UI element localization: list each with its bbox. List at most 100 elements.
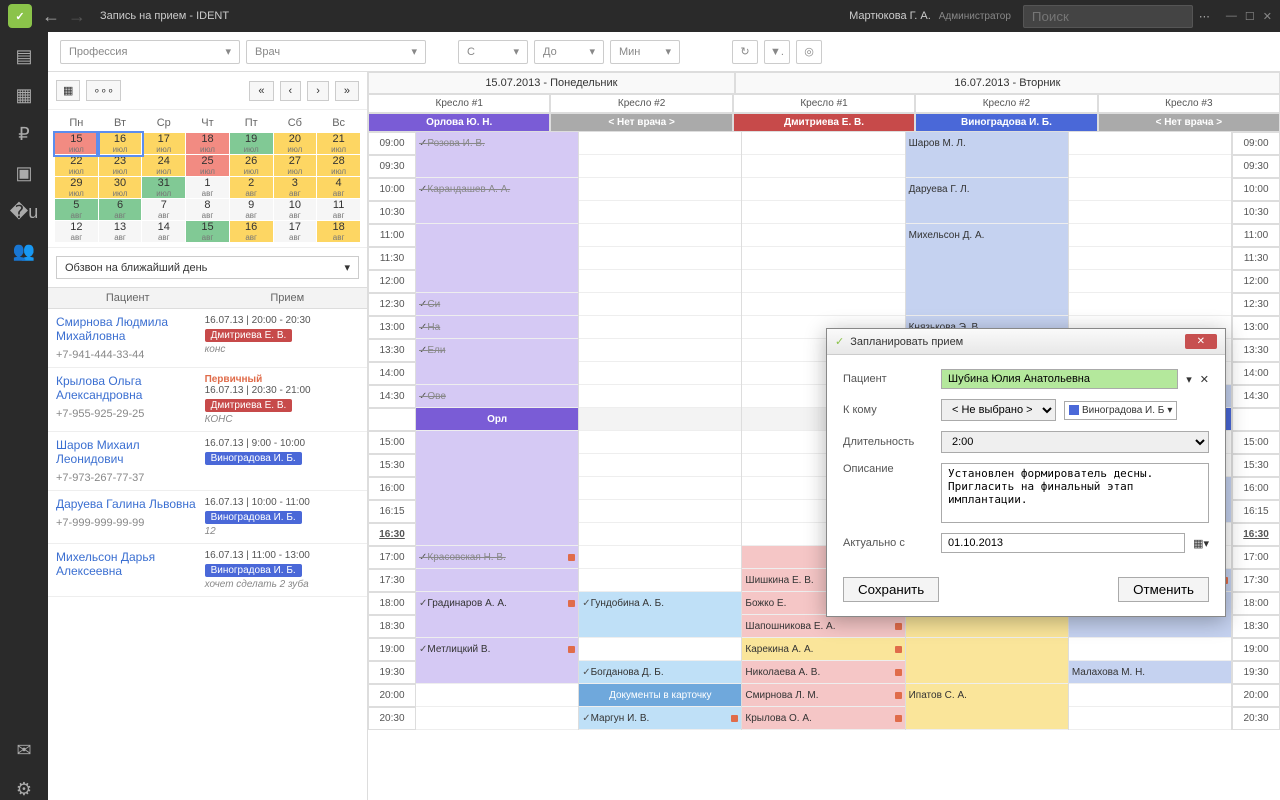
- minical-day[interactable]: 1авг: [186, 177, 230, 199]
- minical-day[interactable]: 13авг: [98, 221, 142, 243]
- minical-day[interactable]: 15авг: [186, 221, 230, 243]
- schedule-slot[interactable]: [416, 661, 578, 684]
- doctor-dropdown[interactable]: Врач▾: [246, 40, 426, 64]
- schedule-slot[interactable]: [579, 339, 741, 362]
- patient-list-item[interactable]: Даруева Галина Львовна+7-999-999-99-9916…: [48, 491, 367, 544]
- minical-day[interactable]: 15июл: [55, 133, 99, 155]
- from-dropdown[interactable]: С▾: [458, 40, 528, 64]
- cancel-button[interactable]: Отменить: [1118, 577, 1209, 602]
- schedule-slot[interactable]: Метлицкий В.: [416, 638, 578, 661]
- minical-day[interactable]: 7авг: [142, 199, 186, 221]
- minical-day[interactable]: 22июл: [55, 155, 99, 177]
- patient-list-item[interactable]: Смирнова Людмила Михайловна+7-941-444-33…: [48, 309, 367, 368]
- doctor-header[interactable]: Дмитриева Е. В.: [733, 113, 915, 132]
- schedule-slot[interactable]: [1069, 615, 1231, 638]
- schedule-slot[interactable]: Даруева Г. Л.: [906, 178, 1068, 201]
- duration-select[interactable]: 2:00: [941, 431, 1209, 453]
- schedule-slot[interactable]: [579, 293, 741, 316]
- schedule-slot[interactable]: [579, 638, 741, 661]
- close-icon[interactable]: ✕: [1263, 10, 1272, 23]
- schedule-slot[interactable]: [906, 201, 1068, 224]
- schedule-slot[interactable]: Смирнова Л. М.: [742, 684, 904, 707]
- schedule-slot[interactable]: Маргун И. В.: [579, 707, 741, 730]
- card-icon[interactable]: ▤: [15, 46, 32, 67]
- list-mode-icon[interactable]: ∘∘∘: [86, 80, 121, 101]
- mail-icon[interactable]: ✉: [16, 740, 31, 761]
- forward-icon[interactable]: →: [68, 6, 86, 27]
- schedule-slot[interactable]: [416, 477, 578, 500]
- min-dropdown[interactable]: Мин▾: [610, 40, 680, 64]
- minical-day[interactable]: 16июл: [98, 133, 142, 155]
- maximize-icon[interactable]: ☐: [1245, 10, 1255, 23]
- filter-icon[interactable]: ▼.: [764, 40, 790, 64]
- minical-day[interactable]: 23июл: [98, 155, 142, 177]
- minical-day[interactable]: 31июл: [142, 177, 186, 199]
- schedule-slot[interactable]: [1069, 201, 1231, 224]
- minical-day[interactable]: 18июл: [186, 133, 230, 155]
- minical-day[interactable]: 27июл: [273, 155, 317, 177]
- minical-day[interactable]: 19июл: [229, 133, 273, 155]
- schedule-slot[interactable]: [579, 546, 741, 569]
- schedule-slot[interactable]: [416, 362, 578, 385]
- dropdown-icon[interactable]: ▾: [1186, 373, 1192, 386]
- actual-from-input[interactable]: [941, 533, 1185, 553]
- minimize-icon[interactable]: —: [1226, 10, 1237, 23]
- schedule-slot[interactable]: Малахова М. Н.: [1069, 661, 1231, 684]
- calendar-picker-icon[interactable]: ▦▾: [1193, 537, 1209, 550]
- schedule-slot[interactable]: [906, 638, 1068, 661]
- minical-day[interactable]: 21июл: [317, 133, 361, 155]
- search-options-icon[interactable]: ⋯: [1199, 10, 1210, 23]
- schedule-slot[interactable]: [906, 661, 1068, 684]
- schedule-slot[interactable]: [416, 247, 578, 270]
- schedule-slot[interactable]: Ове: [416, 385, 578, 408]
- minical-day[interactable]: 4авг: [317, 177, 361, 199]
- chart-icon[interactable]: �u: [10, 202, 38, 223]
- back-icon[interactable]: ←: [42, 6, 60, 27]
- global-search-input[interactable]: [1023, 5, 1193, 28]
- schedule-slot[interactable]: На: [416, 316, 578, 339]
- minical-day[interactable]: 11авг: [317, 199, 361, 221]
- description-textarea[interactable]: [941, 463, 1209, 523]
- schedule-slot[interactable]: Си: [416, 293, 578, 316]
- schedule-slot[interactable]: [579, 431, 741, 454]
- refresh-icon[interactable]: ↻: [732, 40, 758, 64]
- patient-input[interactable]: [941, 369, 1178, 389]
- schedule-slot[interactable]: [579, 523, 741, 546]
- schedule-slot[interactable]: Михельсон Д. А.: [906, 224, 1068, 247]
- schedule-slot[interactable]: [742, 293, 904, 316]
- minical-day[interactable]: 16авг: [229, 221, 273, 243]
- schedule-slot[interactable]: Орл: [416, 408, 578, 431]
- rewind-icon[interactable]: «: [249, 81, 273, 101]
- next-icon[interactable]: ›: [307, 81, 329, 101]
- schedule-slot[interactable]: [416, 224, 578, 247]
- fwd-icon[interactable]: »: [335, 81, 359, 101]
- schedule-slot[interactable]: [579, 500, 741, 523]
- schedule-slot[interactable]: Градинаров А. А.: [416, 592, 578, 615]
- minical-day[interactable]: 29июл: [55, 177, 99, 199]
- schedule-slot[interactable]: [1069, 293, 1231, 316]
- patient-list-item[interactable]: Шаров Михаил Леонидович+7-973-267-77-371…: [48, 432, 367, 491]
- minical-day[interactable]: 9авг: [229, 199, 273, 221]
- schedule-slot[interactable]: Красовская Н. В.: [416, 546, 578, 569]
- doctor-pill[interactable]: Виноградова И. Б▾: [1064, 401, 1177, 420]
- calendar-icon[interactable]: ▦: [15, 85, 32, 106]
- minical-day[interactable]: 3авг: [273, 177, 317, 199]
- schedule-slot[interactable]: [1069, 224, 1231, 247]
- patient-list-item[interactable]: Михельсон Дарья Алексеевна16.07.13 | 11:…: [48, 544, 367, 597]
- schedule-slot[interactable]: [416, 615, 578, 638]
- schedule-slot[interactable]: [742, 247, 904, 270]
- minical-day[interactable]: 10авг: [273, 199, 317, 221]
- schedule-slot[interactable]: [579, 201, 741, 224]
- schedule-slot[interactable]: [416, 707, 578, 730]
- schedule-slot[interactable]: [579, 454, 741, 477]
- schedule-slot[interactable]: [906, 247, 1068, 270]
- target-icon[interactable]: ◎: [796, 40, 822, 64]
- grid-mode-icon[interactable]: ▦: [56, 80, 80, 101]
- schedule-slot[interactable]: [579, 408, 741, 431]
- schedule-slot[interactable]: Гундобина А. Б.: [579, 592, 741, 615]
- minical-day[interactable]: 2авг: [229, 177, 273, 199]
- schedule-slot[interactable]: [906, 615, 1068, 638]
- schedule-slot[interactable]: [579, 477, 741, 500]
- schedule-slot[interactable]: Богданова Д. Б.: [579, 661, 741, 684]
- schedule-slot[interactable]: [416, 431, 578, 454]
